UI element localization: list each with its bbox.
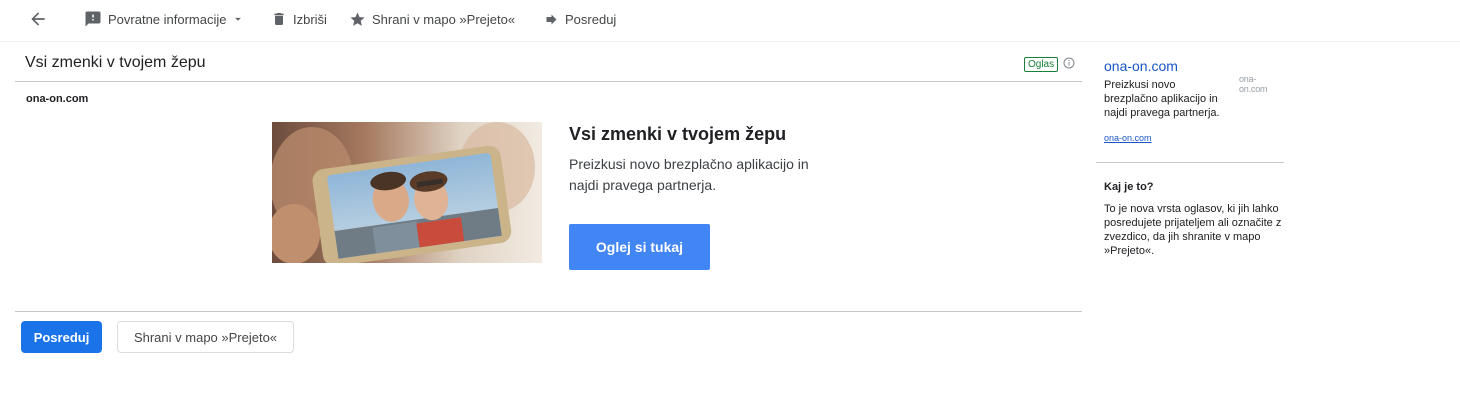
info-icon[interactable] [1063,57,1075,69]
ad-badge: Oglas [1024,57,1059,72]
save-to-inbox-label: Shrani v mapo »Prejeto« [372,11,516,27]
cta-button[interactable]: Oglej si tukaj [569,224,710,270]
arrow-back-icon [31,12,45,26]
star-icon [350,11,365,26]
forward-button[interactable]: Posreduj [544,0,616,38]
save-action-button[interactable]: Shrani v mapo »Prejeto« [117,321,294,353]
forward-label: Posreduj [565,11,617,27]
feedback-label: Povratne informacije [108,11,227,27]
ad-image[interactable] [272,122,542,263]
sidebar-url-link[interactable]: ona-on.com [1104,133,1152,143]
trash-icon [274,13,284,25]
ad-panel: Vsi zmenki v tvojem žepu Oglas ona-on.co… [15,42,1082,270]
sidebar-domain-link[interactable]: ona-on.com [1104,58,1178,74]
sidebar-description: Preizkusi novo brezplačno aplikacijo in … [1104,79,1220,119]
what-is-this-title: Kaj je to? [1104,181,1154,193]
forward-arrow-icon [546,14,557,24]
back-button[interactable] [28,0,50,38]
sidebar-divider [1096,162,1284,163]
delete-label: Izbriši [293,11,327,27]
top-toolbar: Povratne informacije Izbriši Shrani v ma… [0,0,1460,42]
subject-row: Vsi zmenki v tvojem žepu Oglas [15,42,1082,82]
ad-headline: Vsi zmenki v tvojem žepu [569,124,787,144]
ad-description: Preizkusi novo brezplačno aplikacijo in … [569,156,809,193]
forward-action-button[interactable]: Posreduj [21,321,102,353]
ad-sender: ona-on.com [26,93,89,105]
delete-button[interactable]: Izbriši [271,0,327,38]
feedback-menu-button[interactable]: Povratne informacije [84,0,245,38]
save-to-inbox-button[interactable]: Shrani v mapo »Prejeto« [349,0,515,38]
feedback-icon [85,11,101,27]
sidebar-logo: ona-on.com [1239,74,1268,94]
ad-subject: Vsi zmenki v tvojem žepu [25,54,206,71]
dropdown-arrow-icon [234,17,241,21]
selfie-photo-illustration [272,122,542,263]
content-divider [15,311,1082,312]
what-is-this-text: To je nova vrsta oglasov, ki jih lahko p… [1104,203,1282,257]
